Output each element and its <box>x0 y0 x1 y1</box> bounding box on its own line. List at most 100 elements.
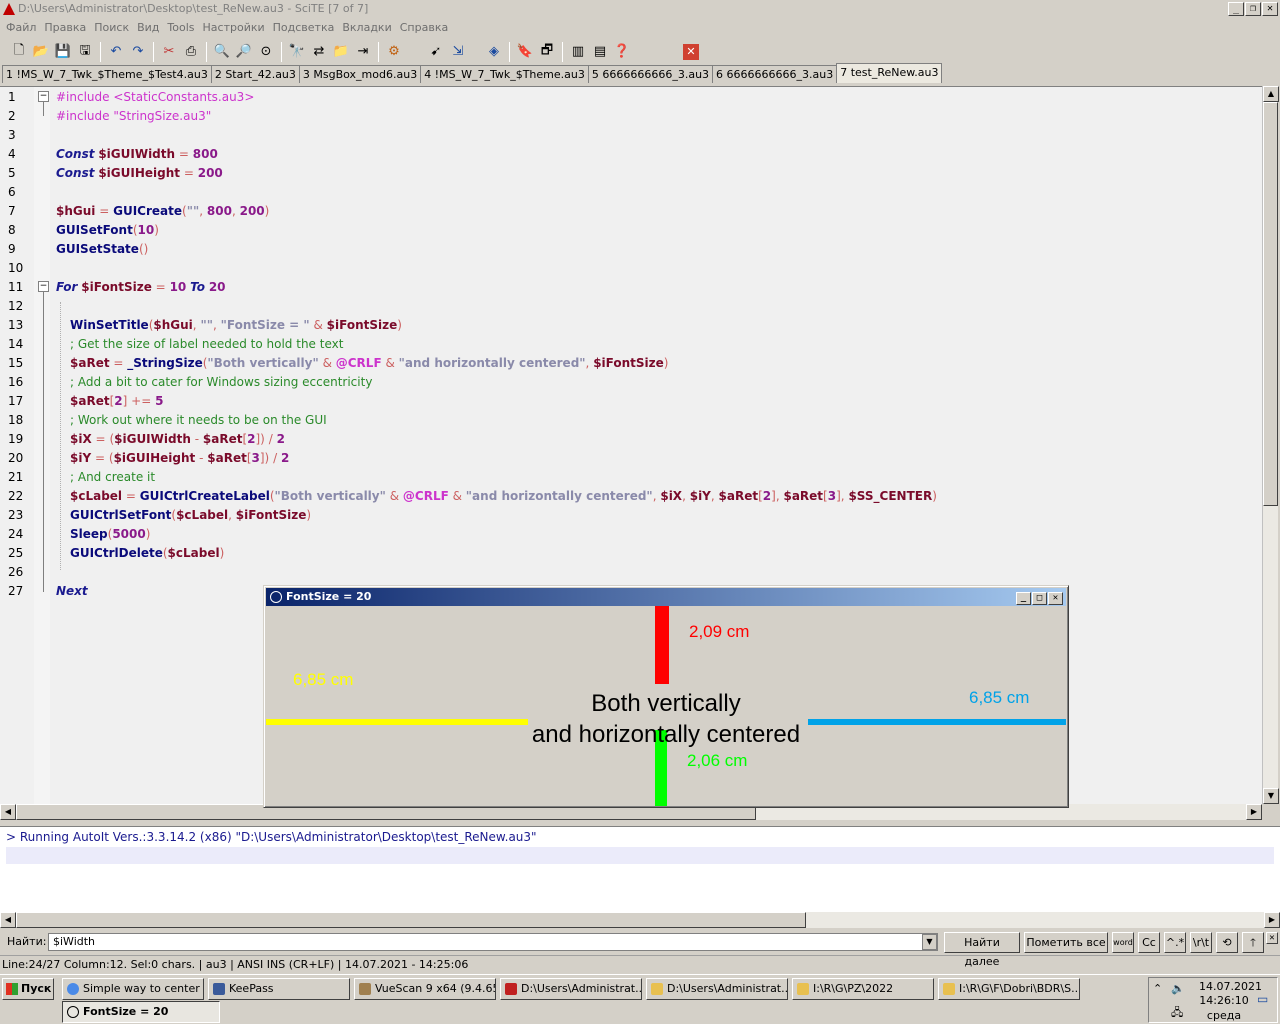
split-view-icon[interactable]: ▥ <box>567 41 589 63</box>
menu-options[interactable]: Настройки <box>199 21 269 34</box>
code-line[interactable]: 25 GUICtrlDelete($cLabel) <box>0 544 1262 563</box>
code-line[interactable]: 23 GUICtrlSetFont($cLabel, $iFontSize) <box>0 506 1262 525</box>
find-history-dropdown[interactable]: ▼ <box>922 934 937 950</box>
scroll-left-icon[interactable]: ◀ <box>0 804 16 820</box>
undo-icon[interactable]: ↶ <box>105 41 127 63</box>
output-pane-icon[interactable]: ▤ <box>589 41 611 63</box>
output-pane[interactable]: > Running AutoIt Vers.:3.3.14.2 (x86) "D… <box>0 826 1280 912</box>
menu-view[interactable]: Вид <box>133 21 163 34</box>
task-scite[interactable]: D:\Users\Administrat... <box>500 978 642 1000</box>
tool-window-icon[interactable]: 🗗 <box>536 41 558 63</box>
code-line[interactable]: 2 #include "StringSize.au3" <box>0 107 1262 126</box>
code-line[interactable]: 9 GUISetState() <box>0 240 1262 259</box>
code-line[interactable]: 5 Const $iGUIHeight = 200 <box>0 164 1262 183</box>
task-chrome[interactable]: Simple way to center ... <box>62 978 204 1000</box>
find-icon[interactable]: 🔭 <box>286 41 308 63</box>
mark-all-button[interactable]: Пометить все <box>1024 932 1108 953</box>
new-file-icon[interactable]: 🗋 <box>8 41 30 63</box>
vertical-scroll-thumb[interactable] <box>1263 102 1278 506</box>
code-line[interactable]: 4 Const $iGUIWidth = 800 <box>0 145 1262 164</box>
menu-tools[interactable]: Tools <box>163 21 198 34</box>
open-folder-icon[interactable]: 📂 <box>30 41 52 63</box>
compile-icon[interactable]: ⚙ <box>383 41 405 63</box>
tab-file-5[interactable]: 5 6666666666_3.au3 <box>587 65 714 83</box>
start-button[interactable]: Пуск <box>2 978 54 1000</box>
bookmark-icon[interactable]: 🔖 <box>514 41 536 63</box>
minimize-button[interactable]: _ <box>1228 2 1244 16</box>
gui-maximize-button[interactable]: □ <box>1032 592 1047 605</box>
code-line[interactable]: 24 Sleep(5000) <box>0 525 1262 544</box>
scroll-right-icon[interactable]: ▶ <box>1246 804 1262 820</box>
fold-toggle-icon[interactable]: − <box>38 91 49 102</box>
code-line[interactable]: 7 $hGui = GUICreate("", 800, 200) <box>0 202 1262 221</box>
task-keepass[interactable]: KeePass <box>208 978 350 1000</box>
help-icon[interactable]: ❓ <box>611 41 633 63</box>
gui-minimize-button[interactable]: _ <box>1016 592 1031 605</box>
output-horizontal-scrollbar[interactable]: ◀ ▶ <box>0 912 1280 928</box>
code-line[interactable]: 10 <box>0 259 1262 278</box>
print-icon[interactable]: ⎙ <box>180 41 202 63</box>
volume-icon[interactable]: 🔈 <box>1171 982 1185 995</box>
tab-file-7[interactable]: 7 test_ReNew.au3 <box>836 63 943 83</box>
editor-vertical-scrollbar[interactable]: ▲ ▼ <box>1262 86 1279 804</box>
code-line[interactable]: 8 GUISetFont(10) <box>0 221 1262 240</box>
task-folder-2[interactable]: I:\R\G\PZ\2022 <box>792 978 934 1000</box>
wrap-around-icon[interactable]: ⟲ <box>1216 932 1238 953</box>
regex-toggle[interactable]: ^.* <box>1164 932 1186 953</box>
code-line[interactable]: 13 WinSetTitle($hGui, "", "FontSize = " &… <box>0 316 1262 335</box>
backslash-toggle[interactable]: \r\t <box>1190 932 1212 953</box>
save-all-icon[interactable]: 🖫 <box>74 41 96 63</box>
zoom-in-icon[interactable]: 🔍 <box>211 41 233 63</box>
menu-search[interactable]: Поиск <box>90 21 133 34</box>
code-line[interactable]: 3 <box>0 126 1262 145</box>
close-button[interactable]: ✕ <box>1262 2 1278 16</box>
cut-icon[interactable]: ✂ <box>158 41 180 63</box>
goto-icon[interactable]: ⇥ <box>352 41 374 63</box>
menu-file[interactable]: Файл <box>2 21 40 34</box>
tab-file-3[interactable]: 3 MsgBox_mod6.au3 <box>298 65 422 83</box>
close-find-icon[interactable]: ✕ <box>1266 932 1278 944</box>
tray-expand-icon[interactable]: ⌃ <box>1153 982 1162 995</box>
code-line[interactable]: 20 $iY = ($iGUIHeight - $aRet[3]) / 2 <box>0 449 1262 468</box>
zoom-reset-icon[interactable]: ⊙ <box>255 41 277 63</box>
match-word-toggle[interactable]: word <box>1112 932 1134 953</box>
code-line[interactable]: 18 ; Work out where it needs to be on the… <box>0 411 1262 430</box>
menu-help[interactable]: Справка <box>396 21 452 34</box>
tab-file-1[interactable]: 1 !MS_W_7_Twk_$Theme_$Test4.au3 <box>2 65 212 83</box>
find-next-button[interactable]: Найти далее <box>944 932 1020 968</box>
code-line[interactable]: 6 <box>0 183 1262 202</box>
replace-icon[interactable]: ⇄ <box>308 41 330 63</box>
find-input[interactable]: $iWidth <box>48 933 938 951</box>
show-desktop-icon[interactable]: ▭ <box>1257 992 1268 1006</box>
menu-buffers[interactable]: Вкладки <box>338 21 395 34</box>
scroll-down-icon[interactable]: ▼ <box>1263 788 1279 804</box>
save-icon[interactable]: 💾 <box>52 41 74 63</box>
code-line[interactable]: 16 ; Add a bit to cater for Windows sizin… <box>0 373 1262 392</box>
match-case-toggle[interactable]: Cc <box>1138 932 1160 953</box>
menu-language[interactable]: Подсветка <box>269 21 339 34</box>
code-line[interactable]: 12 <box>0 297 1262 316</box>
output-scroll-right-icon[interactable]: ▶ <box>1264 912 1280 928</box>
code-line[interactable]: 1 #include <StaticConstants.au3> <box>0 88 1262 107</box>
fold-toggle-icon[interactable]: − <box>38 281 49 292</box>
zoom-out-icon[interactable]: 🔎 <box>233 41 255 63</box>
restore-button[interactable]: ❐ <box>1245 2 1261 16</box>
menu-edit[interactable]: Правка <box>40 21 90 34</box>
output-scroll-left-icon[interactable]: ◀ <box>0 912 16 928</box>
code-line[interactable]: 15 $aRet = _StringSize("Both vertically" … <box>0 354 1262 373</box>
run-icon[interactable]: ➹ <box>425 41 447 63</box>
gui-title-bar[interactable]: FontSize = 20 _ □ ✕ <box>266 588 1066 606</box>
code-line[interactable]: 17 $aRet[2] += 5 <box>0 392 1262 411</box>
network-icon[interactable]: 🖧 <box>1171 1004 1183 1023</box>
build-icon[interactable]: ◈ <box>483 41 505 63</box>
scroll-up-icon[interactable]: ▲ <box>1263 86 1279 102</box>
task-vuescan[interactable]: VueScan 9 x64 (9.4.65) <box>354 978 496 1000</box>
code-line[interactable]: 11 For $iFontSize = 10 To 20 <box>0 278 1262 297</box>
task-folder-1[interactable]: D:\Users\Administrat... <box>646 978 788 1000</box>
code-line[interactable]: 14 ; Get the size of label needed to hold… <box>0 335 1262 354</box>
redo-icon[interactable]: ↷ <box>127 41 149 63</box>
search-up-icon[interactable]: 🡑 <box>1242 932 1264 953</box>
gui-close-button[interactable]: ✕ <box>1048 592 1063 605</box>
task-folder-3[interactable]: I:\R\G\F\Dobri\BDR\S... <box>938 978 1080 1000</box>
find-in-files-icon[interactable]: 📁 <box>330 41 352 63</box>
